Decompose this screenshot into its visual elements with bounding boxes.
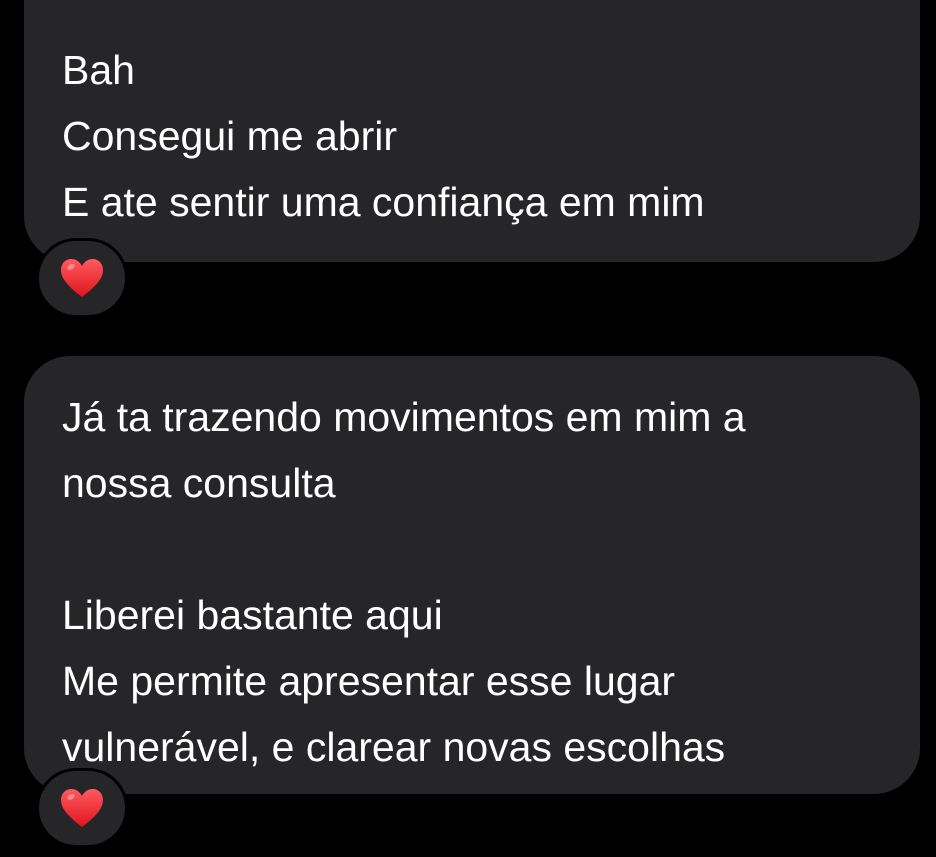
message-bubble[interactable]: Já ta trazendo movimentos em mim a nossa… [24,356,920,794]
heart-icon [61,789,103,827]
message-line: nossa consulta [62,460,336,506]
heart-reaction[interactable] [36,768,128,848]
message-line: Me permite apresentar esse lugar [62,658,676,704]
message-line: Já ta trazendo movimentos em mim a [62,394,746,440]
heart-icon [61,259,103,297]
message-line [62,516,920,582]
message-bubble[interactable]: Bah Consegui me abrir E ate sentir uma c… [24,0,920,262]
message-line: Consegui me abrir [62,113,397,159]
heart-reaction[interactable] [36,238,128,318]
message-line: vulnerável, e clarear novas escolhas [62,724,726,770]
message-line: Liberei bastante aqui [62,592,443,638]
message-line: Bah [62,47,135,93]
message-line: E ate sentir uma confiança em mim [62,179,705,225]
